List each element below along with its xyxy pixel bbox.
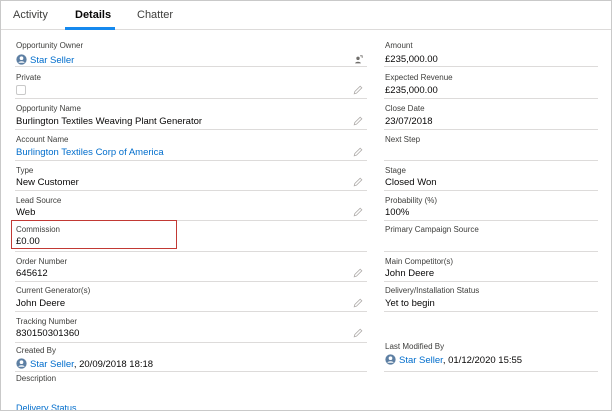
field-opportunity-owner: Opportunity Owner Star Seller — [15, 34, 367, 67]
field-next-step: Next Step — [384, 130, 598, 161]
field-value: New Customer — [16, 177, 79, 188]
field-label: Last Modified By — [385, 342, 445, 351]
field-label: Created By — [16, 346, 57, 355]
field-amount: Amount £235,000.00 — [384, 34, 598, 67]
field-label: Expected Revenue — [385, 73, 453, 82]
field-stage: Stage Closed Won — [384, 161, 598, 191]
delivery-status-label: Delivery Status — [16, 403, 77, 411]
field-probability: Probability (%) 100% — [384, 191, 598, 221]
created-by-user-link[interactable]: Star Seller — [30, 359, 74, 370]
field-value: Closed Won — [385, 177, 437, 188]
field-value: 645612 — [16, 268, 48, 279]
field-account-name: Account Name Burlington Textiles Corp of… — [15, 130, 367, 161]
tab-details[interactable]: Details — [75, 9, 111, 29]
commission-highlight-box — [11, 220, 177, 249]
tab-bar: Activity Details Chatter — [1, 1, 611, 30]
pencil-icon[interactable] — [353, 116, 363, 126]
details-panel: Activity Details Chatter Opportunity Own… — [0, 0, 612, 411]
field-value: Burlington Textiles Weaving Plant Genera… — [16, 116, 203, 127]
private-checkbox[interactable] — [16, 85, 26, 95]
user-avatar-icon — [16, 54, 27, 65]
field-value: 830150301360 — [16, 328, 80, 339]
field-label: Private — [16, 73, 41, 82]
field-opportunity-name: Opportunity Name Burlington Textiles Wea… — [15, 99, 367, 130]
field-created-by: Created By Star Seller, 20/09/2018 18:18 — [15, 343, 367, 372]
last-modified-user-link[interactable]: Star Seller — [399, 355, 443, 366]
field-value: Star Seller, 20/09/2018 18:18 — [16, 358, 153, 370]
user-avatar-icon — [16, 358, 27, 369]
field-label: Primary Campaign Source — [385, 225, 479, 234]
field-last-modified-by: Last Modified By Star Seller, 01/12/2020… — [384, 334, 598, 372]
field-label: Account Name — [16, 135, 69, 144]
field-label: Stage — [385, 166, 406, 175]
tab-chatter[interactable]: Chatter — [137, 9, 173, 29]
field-value: Yet to begin — [385, 298, 435, 309]
field-expected-revenue: Expected Revenue £235,000.00 — [384, 67, 598, 99]
account-link[interactable]: Burlington Textiles Corp of America — [16, 147, 164, 158]
field-label: Order Number — [16, 257, 68, 266]
field-label: Type — [16, 166, 34, 175]
field-value: John Deere — [385, 268, 435, 279]
field-value: Web — [16, 207, 36, 218]
pencil-icon[interactable] — [353, 328, 363, 338]
field-current-generators: Current Generator(s) John Deere — [15, 282, 367, 312]
field-label: Current Generator(s) — [16, 286, 91, 295]
field-label: Probability (%) — [385, 196, 438, 205]
pencil-icon[interactable] — [353, 268, 363, 278]
pencil-icon[interactable] — [353, 298, 363, 308]
field-close-date: Close Date 23/07/2018 — [384, 99, 598, 130]
field-label: Amount — [385, 41, 413, 50]
field-label: Close Date — [385, 104, 425, 113]
pencil-icon[interactable] — [353, 85, 363, 95]
pencil-icon[interactable] — [353, 147, 363, 157]
field-label: Lead Source — [16, 196, 62, 205]
field-label: Opportunity Owner — [16, 41, 84, 50]
owner-link[interactable]: Star Seller — [30, 55, 74, 66]
change-owner-icon[interactable] — [353, 55, 363, 65]
user-avatar-icon — [385, 354, 396, 365]
created-date: , 20/09/2018 18:18 — [73, 359, 154, 370]
field-value: Star Seller, 01/12/2020 15:55 — [385, 354, 522, 366]
field-divider — [384, 371, 598, 372]
field-value: 23/07/2018 — [385, 116, 433, 127]
field-delivery-installation-status: Delivery/Installation Status Yet to begi… — [384, 282, 598, 312]
pencil-icon[interactable] — [353, 177, 363, 187]
field-main-competitors: Main Competitor(s) John Deere — [384, 252, 598, 282]
field-tracking-number: Tracking Number 830150301360 — [15, 312, 367, 343]
field-private: Private — [15, 67, 367, 99]
field-primary-campaign-source: Primary Campaign Source — [384, 221, 598, 252]
field-label: Next Step — [385, 135, 421, 144]
field-label: Description — [16, 374, 57, 383]
field-label: Opportunity Name — [16, 104, 81, 113]
field-value: £235,000.00 — [385, 85, 438, 96]
field-value: John Deere — [16, 298, 66, 309]
active-tab-indicator — [65, 27, 115, 30]
field-divider — [384, 311, 598, 312]
tab-activity[interactable]: Activity — [13, 9, 48, 29]
field-type: Type New Customer — [15, 161, 367, 191]
last-modified-date: , 01/12/2020 15:55 — [442, 355, 523, 366]
field-label: Tracking Number — [16, 317, 78, 326]
field-lead-source: Lead Source Web — [15, 191, 367, 221]
field-order-number: Order Number 645612 — [15, 252, 367, 282]
field-value: Star Seller — [16, 54, 74, 66]
field-description: Description — [15, 372, 367, 402]
field-value: 100% — [385, 207, 410, 218]
pencil-icon[interactable] — [353, 207, 363, 217]
field-label: Delivery/Installation Status — [385, 286, 480, 295]
field-label: Main Competitor(s) — [385, 257, 454, 266]
field-value: £235,000.00 — [385, 54, 438, 65]
